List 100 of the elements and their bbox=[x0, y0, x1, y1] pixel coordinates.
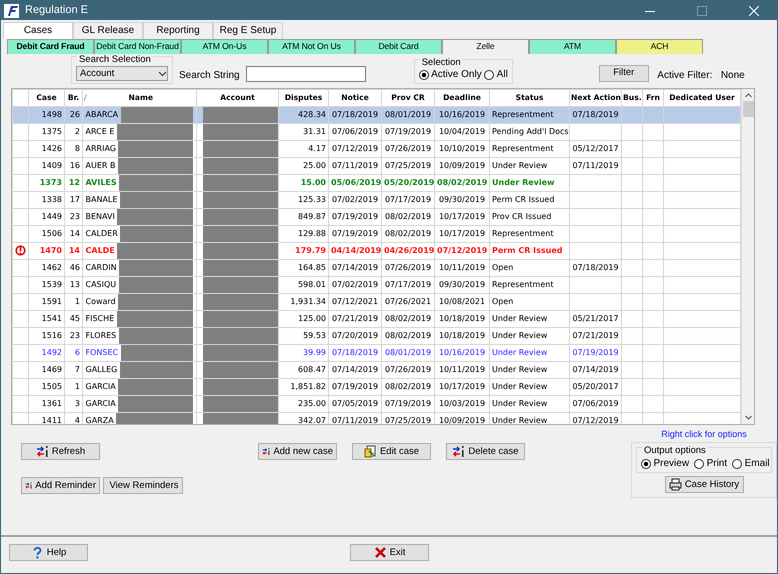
table-cell: 12 bbox=[64, 174, 82, 192]
account-dropdown[interactable]: Account bbox=[76, 66, 168, 81]
radio-button[interactable] bbox=[641, 459, 651, 470]
table-cell: 1470 bbox=[28, 242, 64, 260]
category-tab[interactable]: Debit Card bbox=[355, 39, 442, 54]
category-tab[interactable]: ATM On-Us bbox=[181, 39, 268, 54]
help-button[interactable]: Help bbox=[9, 544, 88, 561]
table-cell-text: GARCIA bbox=[84, 382, 117, 392]
maximize-icon bbox=[697, 6, 707, 16]
search-field[interactable] bbox=[246, 66, 366, 82]
table-cell: 31.31 bbox=[278, 123, 328, 140]
radio-option[interactable]: Active Only bbox=[418, 69, 482, 81]
table-cell: Representment bbox=[490, 106, 570, 124]
radio-button[interactable] bbox=[418, 70, 429, 80]
table-cell: Prov CR Issued bbox=[490, 208, 570, 226]
radio-button[interactable] bbox=[484, 70, 494, 80]
category-tab[interactable]: Debit Card Non-Fraud bbox=[94, 39, 181, 54]
refresh-button[interactable]: Refresh bbox=[21, 443, 100, 460]
table-cell: Under Review bbox=[490, 157, 570, 174]
table-cell: 10/18/2019 bbox=[434, 310, 490, 328]
tab[interactable]: Reg E Setup bbox=[213, 22, 283, 39]
radio-label: Preview bbox=[654, 458, 690, 470]
category-tab[interactable]: ACH bbox=[616, 39, 703, 54]
table-cell: 1516 bbox=[28, 327, 64, 344]
delete-case-button[interactable]: Delete case bbox=[446, 443, 525, 460]
edit-case-button[interactable]: Edit case bbox=[352, 443, 431, 460]
scroll-thumb[interactable] bbox=[742, 101, 754, 117]
table-cell: 08/02/2019 bbox=[382, 225, 434, 242]
add-reminder-button[interactable]: Add Reminder bbox=[21, 477, 100, 494]
view-reminders-button[interactable]: View Reminders bbox=[102, 477, 182, 494]
radio-option[interactable]: Preview bbox=[641, 458, 690, 470]
table-cell: 07/18/2019 bbox=[570, 259, 622, 276]
add-case-button[interactable]: Add new case bbox=[258, 443, 337, 460]
table-cell: 849.87 bbox=[278, 208, 328, 226]
table-cell: 07/19/2019 bbox=[328, 208, 382, 226]
table-cell: 2 bbox=[64, 123, 82, 140]
category-tab[interactable]: Zelle bbox=[442, 39, 529, 54]
table-cell: 16 bbox=[64, 157, 82, 174]
category-tab[interactable]: Debit Card Fraud bbox=[7, 39, 94, 54]
group-label: Selection bbox=[420, 58, 463, 68]
table-cell: 1492 bbox=[28, 344, 64, 362]
table-cell: 1 bbox=[64, 378, 82, 396]
table-cell: 07/18/2019 bbox=[570, 106, 622, 124]
table-cell-text: FISCHE bbox=[84, 314, 116, 324]
table-cell: 07/14/2019 bbox=[328, 259, 382, 276]
table-cell: 10/09/2019 bbox=[434, 157, 490, 174]
table-cell-text: CALDER bbox=[84, 228, 119, 239]
table-cell: 10/08/2021 bbox=[434, 293, 490, 310]
table-cell: 07/19/2019 bbox=[382, 395, 434, 412]
help-icon bbox=[30, 546, 44, 559]
table-cell: 07/14/2019 bbox=[570, 361, 622, 378]
table-cell-text: FLORES bbox=[84, 330, 118, 341]
category-tab[interactable]: ATM Not On Us bbox=[268, 39, 355, 54]
table-cell: 13 bbox=[64, 276, 82, 294]
table-cell: 428.34 bbox=[278, 106, 328, 124]
table-cell: 05/21/2017 bbox=[570, 310, 622, 328]
table-cell: 164.85 bbox=[278, 259, 328, 276]
radio-option[interactable]: Email bbox=[732, 458, 770, 470]
category-tab[interactable]: ATM bbox=[529, 39, 616, 54]
table-cell-text: GARCIA bbox=[84, 398, 117, 409]
table-cell: Under Review bbox=[490, 412, 570, 424]
table-cell: 04/26/2019 bbox=[382, 242, 434, 260]
table-cell: Under Review bbox=[490, 174, 570, 192]
table-cell: 1462 bbox=[28, 259, 64, 276]
table-cell: 15.00 bbox=[278, 174, 328, 192]
radio-label: Email bbox=[744, 458, 770, 470]
radio-button[interactable] bbox=[732, 459, 742, 470]
printer-icon bbox=[668, 478, 682, 491]
radio-option[interactable]: All bbox=[484, 69, 508, 81]
table-cell: 08/02/2019 bbox=[382, 310, 434, 328]
table-cell: 1541 bbox=[28, 310, 64, 328]
table-cell: 07/17/2019 bbox=[382, 191, 434, 208]
case-history-button[interactable]: Case History bbox=[664, 476, 744, 493]
table-cell-text: Coward bbox=[84, 296, 117, 307]
table-cell: Under Review bbox=[490, 344, 570, 362]
exit-button[interactable]: Exit bbox=[350, 544, 429, 561]
table-cell: 07/26/2019 bbox=[382, 259, 434, 276]
table-cell: 125.00 bbox=[278, 310, 328, 328]
table-cell: 235.00 bbox=[278, 395, 328, 412]
caret-icon bbox=[158, 70, 167, 76]
table-cell: Open bbox=[490, 259, 570, 276]
table-cell: 07/19/2019 bbox=[328, 378, 382, 396]
table-cell: 6 bbox=[64, 344, 82, 362]
filter-button[interactable]: Filter bbox=[598, 64, 649, 82]
table-cell: 25.00 bbox=[278, 157, 328, 174]
tab[interactable]: GL Release bbox=[73, 22, 143, 39]
radio-button[interactable] bbox=[694, 459, 704, 470]
tab[interactable]: Cases bbox=[3, 22, 73, 39]
table-cell: 08/02/2019 bbox=[434, 174, 490, 192]
table-cell: 10/04/2019 bbox=[434, 123, 490, 140]
scrollbar[interactable] bbox=[741, 89, 754, 424]
radio-option[interactable]: Print bbox=[694, 458, 728, 470]
table-cell: 07/26/2019 bbox=[382, 361, 434, 378]
tab[interactable]: Reporting bbox=[143, 22, 213, 39]
table-cell-text: CALDE bbox=[84, 246, 116, 256]
transfer-icon bbox=[452, 445, 466, 458]
table-cell: 08/01/2019 bbox=[382, 106, 434, 124]
table-cell: 4.17 bbox=[278, 140, 328, 158]
transfer-icon bbox=[36, 445, 49, 458]
table-cell: 07/21/2019 bbox=[328, 310, 382, 328]
